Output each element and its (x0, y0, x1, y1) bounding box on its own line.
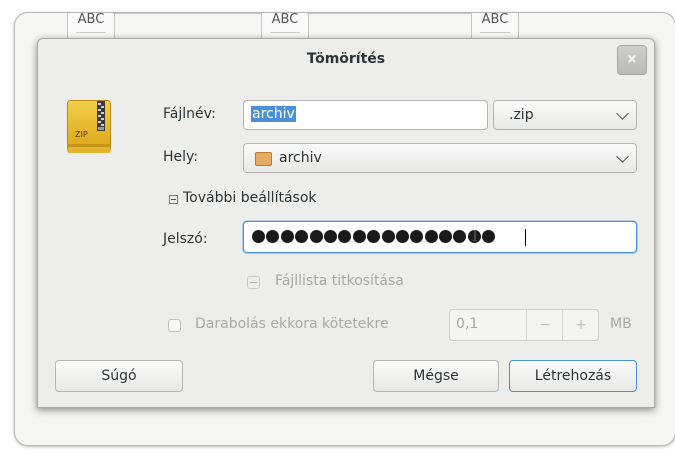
zip-archive-icon: ZIP (67, 100, 111, 154)
create-button[interactable]: Létrehozás (509, 360, 637, 392)
split-volumes-label: Darabolás ekkora kötetekre (195, 316, 389, 332)
password-bullet (295, 230, 309, 243)
location-value: archiv (279, 150, 322, 166)
password-bullet (395, 230, 409, 243)
password-bullet (367, 230, 381, 243)
dialog-title: Tömörítés (306, 51, 386, 67)
password-masked-value (252, 230, 497, 244)
password-bullet (453, 230, 467, 243)
more-options-label: További beállítások (183, 190, 317, 206)
location-select[interactable]: archiv (243, 143, 637, 173)
volume-size-spinbutton[interactable]: 0,1 − + (449, 309, 599, 341)
password-bullet (424, 230, 438, 243)
create-button-label: Létrehozás (534, 368, 612, 384)
document-icon-label: ABC (77, 12, 105, 27)
close-button[interactable]: × (617, 45, 647, 75)
help-button-label: Súgó (101, 368, 137, 384)
expander-collapse-icon (169, 195, 178, 204)
ibeam-cursor-icon: I (472, 227, 478, 245)
close-icon: × (626, 52, 638, 67)
split-volumes-checkbox[interactable] (168, 319, 181, 332)
compress-dialog: Tömörítés × ZIP Fájlnév: archiv .zip Hel… (37, 38, 655, 408)
document-icon-label: ABC (481, 12, 509, 27)
filename-label: Fájlnév: (163, 106, 216, 122)
volume-unit-label: MB (610, 316, 632, 332)
document-icon-label: ABC (271, 12, 299, 27)
password-bullet (309, 230, 323, 243)
cancel-button-label: Mégse (413, 368, 459, 384)
more-options-expander[interactable]: További beállítások (168, 189, 368, 209)
password-input[interactable]: I (243, 221, 637, 253)
chevron-down-icon (616, 150, 629, 163)
password-bullet (252, 230, 265, 243)
encrypt-filelist-label: Fájllista titkosítása (275, 273, 404, 289)
password-bullet (266, 230, 280, 243)
password-bullet (439, 230, 453, 243)
chevron-down-icon (616, 107, 629, 120)
cancel-button[interactable]: Mégse (373, 360, 499, 392)
password-bullet (338, 230, 352, 243)
text-cursor (525, 229, 526, 246)
minus-icon: − (539, 317, 551, 333)
increment-button[interactable]: + (562, 310, 599, 340)
password-bullet (410, 230, 424, 243)
password-bullet (280, 230, 294, 243)
password-label: Jelszó: (163, 231, 208, 247)
decrement-button[interactable]: − (526, 310, 563, 340)
extension-value: .zip (509, 107, 534, 123)
filename-input-value: archiv (251, 106, 296, 122)
folder-icon (255, 152, 272, 166)
location-label: Hely: (163, 149, 199, 165)
password-bullet (323, 230, 337, 243)
zip-icon-label: ZIP (75, 130, 88, 139)
password-bullet (381, 230, 395, 243)
password-bullet (482, 230, 496, 243)
plus-icon: + (575, 317, 587, 333)
password-bullet (352, 230, 366, 243)
encrypt-filelist-checkbox[interactable] (247, 276, 260, 289)
help-button[interactable]: Súgó (55, 360, 183, 392)
filename-input[interactable]: archiv (243, 100, 488, 130)
volume-size-value: 0,1 (456, 316, 479, 332)
extension-select[interactable]: .zip (493, 100, 637, 130)
